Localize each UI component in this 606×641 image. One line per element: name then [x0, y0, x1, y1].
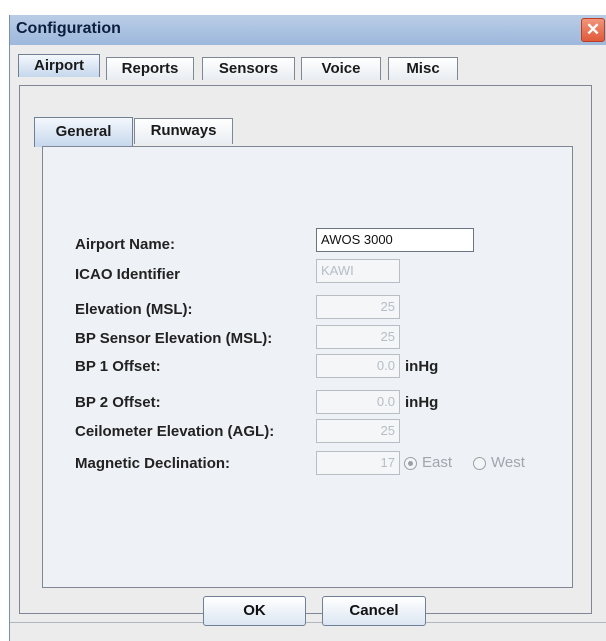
- ceilometer-elevation-label: Ceilometer Elevation (AGL):: [75, 423, 275, 440]
- tab-airport[interactable]: Airport: [18, 54, 100, 77]
- airport-name-label: Airport Name:: [75, 236, 176, 253]
- bp1-offset-label: BP 1 Offset:: [75, 358, 161, 375]
- tab-sensors[interactable]: Sensors: [202, 57, 295, 80]
- close-button[interactable]: ✕: [581, 18, 605, 42]
- airport-name-field[interactable]: AWOS 3000: [316, 228, 474, 252]
- magnetic-declination-field[interactable]: 17: [316, 451, 400, 475]
- bp1-offset-field[interactable]: 0.0: [316, 354, 400, 378]
- bp1-offset-unit: inHg: [405, 358, 439, 375]
- bp2-offset-label: BP 2 Offset:: [75, 394, 161, 411]
- magnetic-declination-label: Magnetic Declination:: [75, 455, 231, 472]
- ceilometer-elevation-field[interactable]: 25: [316, 419, 400, 443]
- radio-selected-dot: [408, 461, 413, 466]
- bp-sensor-elevation-field[interactable]: 25: [316, 325, 400, 349]
- tab-reports[interactable]: Reports: [106, 57, 194, 80]
- bp2-offset-field[interactable]: 0.0: [316, 390, 400, 414]
- tab-misc[interactable]: Misc: [388, 57, 458, 80]
- ok-button[interactable]: OK: [203, 596, 306, 626]
- icao-field[interactable]: KAWI: [316, 259, 400, 283]
- cancel-button[interactable]: Cancel: [322, 596, 426, 626]
- west-radio-label[interactable]: West: [491, 454, 525, 471]
- bp2-offset-unit: inHg: [405, 394, 439, 411]
- east-radio-label[interactable]: East: [422, 454, 452, 471]
- bp-sensor-elevation-label: BP Sensor Elevation (MSL):: [75, 330, 273, 347]
- close-icon: ✕: [585, 20, 601, 39]
- elevation-label: Elevation (MSL):: [75, 301, 193, 318]
- tab-runways[interactable]: Runways: [134, 118, 233, 144]
- west-radio[interactable]: [473, 457, 486, 470]
- east-radio[interactable]: [404, 457, 417, 470]
- icao-label: ICAO Identifier: [75, 266, 181, 283]
- footer-divider: [10, 622, 606, 623]
- tab-general[interactable]: General: [34, 117, 133, 147]
- elevation-field[interactable]: 25: [316, 295, 400, 319]
- tab-voice[interactable]: Voice: [301, 57, 381, 80]
- title-bar[interactable]: Configuration ✕: [10, 15, 606, 45]
- configuration-dialog: Configuration ✕ Airport Reports Sensors …: [9, 15, 606, 641]
- window-title: Configuration: [16, 20, 121, 37]
